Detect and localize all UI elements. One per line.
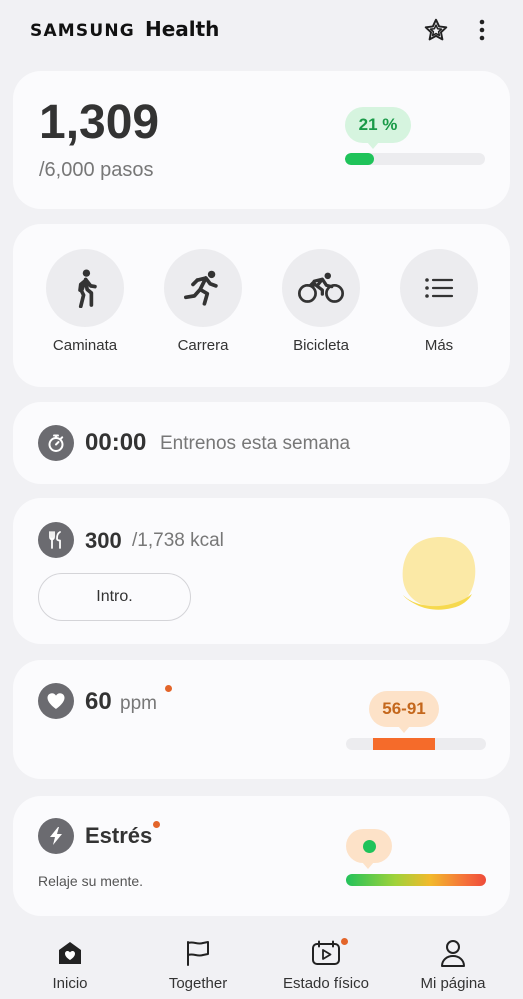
nav-together-label: Together — [168, 975, 228, 992]
activity-walking-circle — [46, 249, 124, 327]
heart-rate-value: 60 — [85, 688, 112, 715]
stress-level-bar — [346, 874, 486, 886]
activity-running-circle — [164, 249, 242, 327]
food-goal: /1,738 kcal — [132, 530, 224, 551]
lemon-illustration — [402, 537, 476, 610]
nav-together[interactable]: Together — [143, 938, 253, 992]
steps-percent-badge: 21 % — [345, 107, 411, 149]
list-icon — [425, 278, 454, 298]
steps-progress-fill — [345, 153, 375, 165]
walking-icon — [78, 269, 97, 308]
stopwatch-icon-badge — [38, 425, 74, 461]
nav-fitness-notification-dot — [341, 938, 348, 945]
stress-notification-dot — [153, 821, 160, 828]
heart-rate-notification-dot — [165, 685, 172, 692]
activity-walking-label: Caminata — [52, 337, 118, 354]
workouts-card[interactable]: 00:00 Entrenos esta semana — [13, 402, 510, 484]
more-options-button[interactable] — [466, 14, 498, 46]
stopwatch-icon — [48, 434, 64, 452]
activity-cycling-label: Bicicleta — [293, 337, 349, 354]
nav-home-label: Inicio — [52, 975, 88, 992]
steps-goal: /6,000 pasos — [39, 159, 154, 181]
stress-icon-badge — [38, 818, 74, 854]
workout-label: Entrenos esta semana — [160, 433, 351, 454]
stress-title: Estrés — [85, 823, 153, 848]
home-icon — [59, 942, 81, 964]
more-vertical-icon — [479, 19, 485, 41]
person-icon — [441, 940, 465, 967]
flag-icon — [187, 941, 209, 966]
stress-level-badge — [346, 829, 392, 869]
heart-rate-unit: ppm — [120, 693, 157, 714]
nav-my-page-icon-wrap — [398, 938, 508, 968]
nav-fitness-icon-wrap — [271, 938, 381, 968]
cycling-icon — [298, 272, 344, 303]
activity-cycling-button[interactable]: Bicicleta — [281, 249, 361, 354]
bottom-navigation: Inicio Together Estado físico Mi página — [0, 930, 523, 999]
running-icon — [184, 270, 218, 306]
heart-icon-badge — [38, 683, 74, 719]
workout-time: 00:00 — [85, 429, 147, 456]
fork-knife-icon — [49, 531, 61, 549]
activity-more-circle — [400, 249, 478, 327]
food-calories: 300 — [85, 528, 122, 553]
lightning-icon — [50, 827, 62, 845]
brand-health: Health — [144, 17, 220, 41]
stress-level-marker — [362, 839, 376, 853]
nav-fitness[interactable]: Estado físico — [271, 938, 381, 992]
nav-my-page[interactable]: Mi página — [398, 938, 508, 992]
heart-rate-range-badge: 56-91 — [369, 691, 439, 733]
nav-home[interactable]: Inicio — [15, 938, 125, 992]
food-icon-badge — [38, 522, 74, 558]
stress-card[interactable]: Estrés Relaje su mente. — [13, 796, 510, 916]
app-header: SAMSUNG Health — [0, 0, 523, 62]
heart-rate-range-fill — [373, 738, 435, 750]
stress-message: Relaje su mente. — [38, 873, 144, 889]
favorites-button[interactable] — [420, 14, 452, 46]
steps-progress-bar — [345, 153, 485, 165]
activity-running-label: Carrera — [177, 337, 229, 354]
activity-walking-button[interactable]: Caminata — [45, 249, 125, 354]
activity-running-button[interactable]: Carrera — [163, 249, 243, 354]
fitness-video-icon — [312, 940, 340, 965]
brand-samsung: SAMSUNG — [30, 21, 135, 41]
food-intro-button[interactable]: Intro. — [38, 573, 191, 621]
activity-more-label: Más — [424, 337, 454, 354]
nav-my-page-label: Mi página — [420, 975, 486, 992]
nav-together-icon-wrap — [143, 938, 253, 968]
steps-card[interactable]: 1,309 /6,000 pasos 21 % — [13, 71, 510, 209]
activity-cycling-circle — [282, 249, 360, 327]
steps-count: 1,309 — [39, 96, 160, 149]
app-logo: SAMSUNG Health — [30, 17, 219, 41]
nav-home-icon-wrap — [15, 938, 125, 968]
quick-workouts-card: Caminata Carrera Bicicleta Más — [13, 224, 510, 387]
nav-fitness-label: Estado físico — [283, 975, 369, 992]
heart-rate-card[interactable]: 60 ppm 56-91 — [13, 660, 510, 779]
food-card[interactable]: 300 /1,738 kcal Intro. — [13, 498, 510, 644]
heart-icon — [47, 693, 65, 709]
heart-rate-range-bar — [346, 738, 486, 750]
star-icon — [424, 18, 448, 41]
activity-more-button[interactable]: Más — [399, 249, 479, 354]
